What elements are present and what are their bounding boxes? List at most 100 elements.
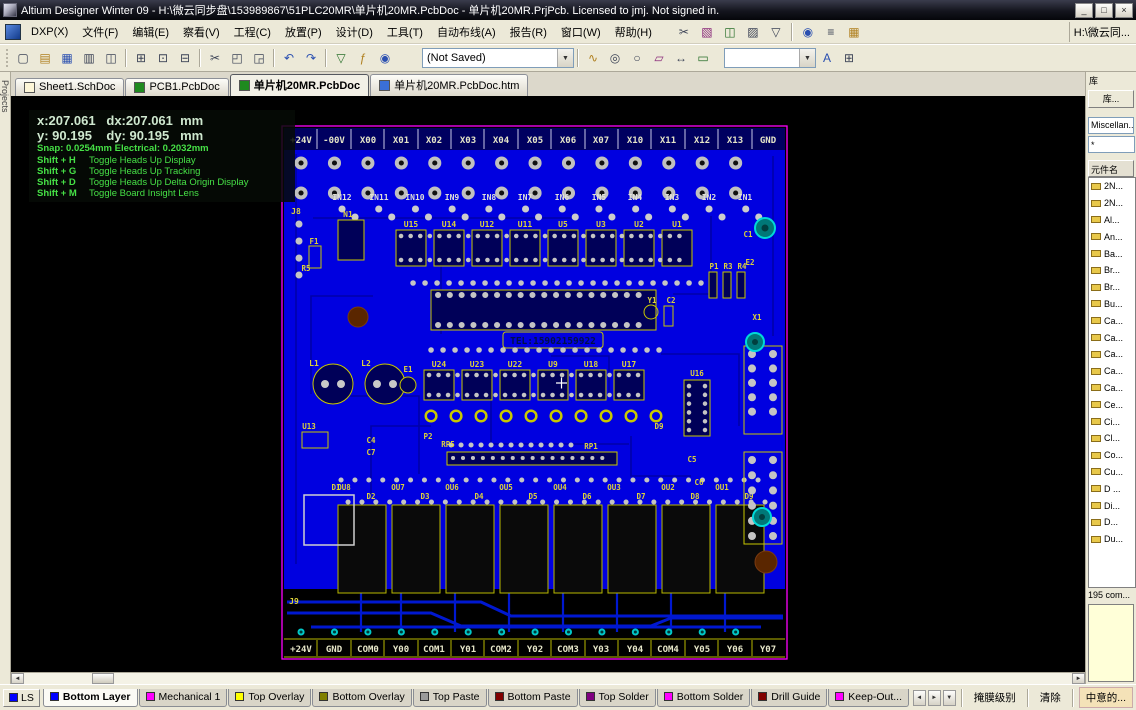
layer-tab-keep-out[interactable]: Keep-Out... xyxy=(828,688,909,707)
paste-button[interactable]: ◲ xyxy=(248,48,270,69)
clear-button[interactable]: 清除 xyxy=(1034,688,1067,707)
toolbar-grip[interactable] xyxy=(6,49,10,67)
libraries-button[interactable]: 库... xyxy=(1088,90,1134,108)
close-button[interactable]: × xyxy=(1115,2,1133,18)
component-list-item[interactable]: Cl... xyxy=(1089,430,1135,447)
redo-button[interactable]: ↷ xyxy=(300,48,322,69)
component-list-item[interactable]: Ce... xyxy=(1089,396,1135,413)
pcb-editor[interactable]: +24V -00V X00 X01 X02 X03 X04 X05 X06 X0… xyxy=(11,96,1085,672)
palette-icon[interactable]: ▦ xyxy=(843,21,865,42)
menu-view[interactable]: 察看(V) xyxy=(176,21,227,43)
camera-icon[interactable]: ◉ xyxy=(797,21,819,42)
panels-rail[interactable]: Projects xyxy=(0,72,11,684)
component-list-item[interactable]: D... xyxy=(1089,514,1135,531)
filter-button[interactable]: ▽ xyxy=(330,48,352,69)
dimension-button[interactable]: ↔ xyxy=(670,48,692,69)
menu-project[interactable]: 工程(C) xyxy=(227,21,278,43)
polygon-button[interactable]: ▱ xyxy=(648,48,670,69)
doc-tab-pcb1[interactable]: PCB1.PcbDoc xyxy=(125,78,229,96)
snap-grid-icon[interactable]: ▨ xyxy=(742,21,764,42)
print-button[interactable]: ▥ xyxy=(78,48,100,69)
dropdown-arrow-icon[interactable]: ▼ xyxy=(557,49,573,67)
component-list-header[interactable]: 元件名 xyxy=(1088,160,1134,177)
save-button[interactable]: ▦ xyxy=(56,48,78,69)
layer-dropdown-button[interactable]: ▼ xyxy=(942,689,956,706)
menu-file[interactable]: 文件(F) xyxy=(75,21,125,43)
cutter-icon[interactable]: ✂ xyxy=(673,21,695,42)
favorites-button[interactable]: 中意的... xyxy=(1078,687,1133,708)
component-list-item[interactable]: Al... xyxy=(1089,212,1135,229)
layer-tab-bottom-solder[interactable]: Bottom Solder xyxy=(656,688,751,707)
layer-tab-top-solder[interactable]: Top Solder xyxy=(578,688,656,707)
component-list-item[interactable]: 2N... xyxy=(1089,178,1135,195)
cut-button[interactable]: ✂ xyxy=(204,48,226,69)
component-list-item[interactable]: An... xyxy=(1089,228,1135,245)
component-list-item[interactable]: Co... xyxy=(1089,447,1135,464)
open-document-button[interactable]: ▤ xyxy=(34,48,56,69)
component-list-item[interactable]: 2N... xyxy=(1089,195,1135,212)
mask-level-button[interactable]: 掩膜级别 xyxy=(968,688,1022,707)
zoom-selection-button[interactable]: ⊟ xyxy=(174,48,196,69)
layer-tabs-scroll-left-button[interactable]: ◄ xyxy=(912,689,926,706)
grid-select[interactable]: ▼ xyxy=(724,48,816,68)
scroll-right-button[interactable]: ► xyxy=(1072,673,1085,684)
variant-select[interactable]: (Not Saved) ▼ xyxy=(422,48,574,68)
minimize-button[interactable]: _ xyxy=(1075,2,1093,18)
wizard-button[interactable]: ƒ xyxy=(352,48,374,69)
layer-tab-top-overlay[interactable]: Top Overlay xyxy=(228,688,312,707)
room-button[interactable]: ▭ xyxy=(692,48,714,69)
layer-tab-bottom-paste[interactable]: Bottom Paste xyxy=(487,688,578,707)
component-list-item[interactable]: Ca... xyxy=(1089,380,1135,397)
component-list-item[interactable]: Di... xyxy=(1089,497,1135,514)
mask-dropdown-icon[interactable]: ▽ xyxy=(765,21,787,42)
interactive-route-button[interactable]: ∿ xyxy=(582,48,604,69)
horizontal-scrollbar[interactable]: ◄ ► xyxy=(11,672,1085,684)
menu-place[interactable]: 放置(P) xyxy=(278,21,329,43)
component-list-item[interactable]: Du... xyxy=(1089,531,1135,548)
layer-tab-drill-guide[interactable]: Drill Guide xyxy=(751,688,828,707)
component-list-item[interactable]: Ba... xyxy=(1089,245,1135,262)
component-list-item[interactable]: Br... xyxy=(1089,279,1135,296)
undo-button[interactable]: ↶ xyxy=(278,48,300,69)
menu-tools[interactable]: 工具(T) xyxy=(380,21,430,43)
board-view-icon[interactable]: ▧ xyxy=(696,21,718,42)
zoom-fit-button[interactable]: ⊞ xyxy=(130,48,152,69)
scroll-left-button[interactable]: ◄ xyxy=(11,673,24,684)
pad-button[interactable]: ◎ xyxy=(604,48,626,69)
list-view-icon[interactable]: ≡ xyxy=(820,21,842,42)
maximize-button[interactable]: □ xyxy=(1095,2,1113,18)
string-button[interactable]: A xyxy=(816,48,838,69)
menu-help[interactable]: 帮助(H) xyxy=(608,21,659,43)
component-list-item[interactable]: Bu... xyxy=(1089,296,1135,313)
menu-dxp[interactable]: DXP(X) xyxy=(24,23,75,41)
menu-edit[interactable]: 编辑(E) xyxy=(125,21,176,43)
grid-button[interactable]: ⊞ xyxy=(838,48,860,69)
selection-filter-icon[interactable]: ◫ xyxy=(719,21,741,42)
component-list-item[interactable]: Ca... xyxy=(1089,312,1135,329)
layer-tab-mechanical-1[interactable]: Mechanical 1 xyxy=(138,688,228,707)
print-preview-button[interactable]: ◫ xyxy=(100,48,122,69)
new-document-button[interactable]: ▢ xyxy=(12,48,34,69)
menu-window[interactable]: 窗口(W) xyxy=(554,21,608,43)
layer-tab-bottom-overlay[interactable]: Bottom Overlay xyxy=(312,688,412,707)
layer-tabs-scroll-right-button[interactable]: ► xyxy=(927,689,941,706)
component-list-item[interactable]: Ca... xyxy=(1089,363,1135,380)
component-filter-input[interactable] xyxy=(1088,136,1135,153)
layer-sets-button[interactable]: LS xyxy=(3,688,40,707)
component-list-item[interactable]: Ci... xyxy=(1089,413,1135,430)
component-list-item[interactable]: Ca... xyxy=(1089,329,1135,346)
component-list-item[interactable]: Ca... xyxy=(1089,346,1135,363)
layer-tab-top-paste[interactable]: Top Paste xyxy=(412,688,487,707)
component-list-item[interactable]: Cu... xyxy=(1089,464,1135,481)
via-button[interactable]: ○ xyxy=(626,48,648,69)
zoom-area-button[interactable]: ⊡ xyxy=(152,48,174,69)
scroll-track[interactable] xyxy=(24,673,1072,684)
component-list-item[interactable]: D ... xyxy=(1089,480,1135,497)
dropdown-arrow-icon[interactable]: ▼ xyxy=(799,49,815,67)
layer-tab-bottom-layer[interactable]: Bottom Layer xyxy=(42,688,138,707)
menu-autoroute[interactable]: 自动布线(A) xyxy=(430,21,503,43)
doc-tab-pcb-20mr-htm[interactable]: 单片机20MR.PcbDoc.htm xyxy=(370,74,529,96)
recent-path-selector[interactable]: H:\微云同... xyxy=(1068,21,1134,42)
copy-button[interactable]: ◰ xyxy=(226,48,248,69)
heads-up-button[interactable]: ◉ xyxy=(374,48,396,69)
